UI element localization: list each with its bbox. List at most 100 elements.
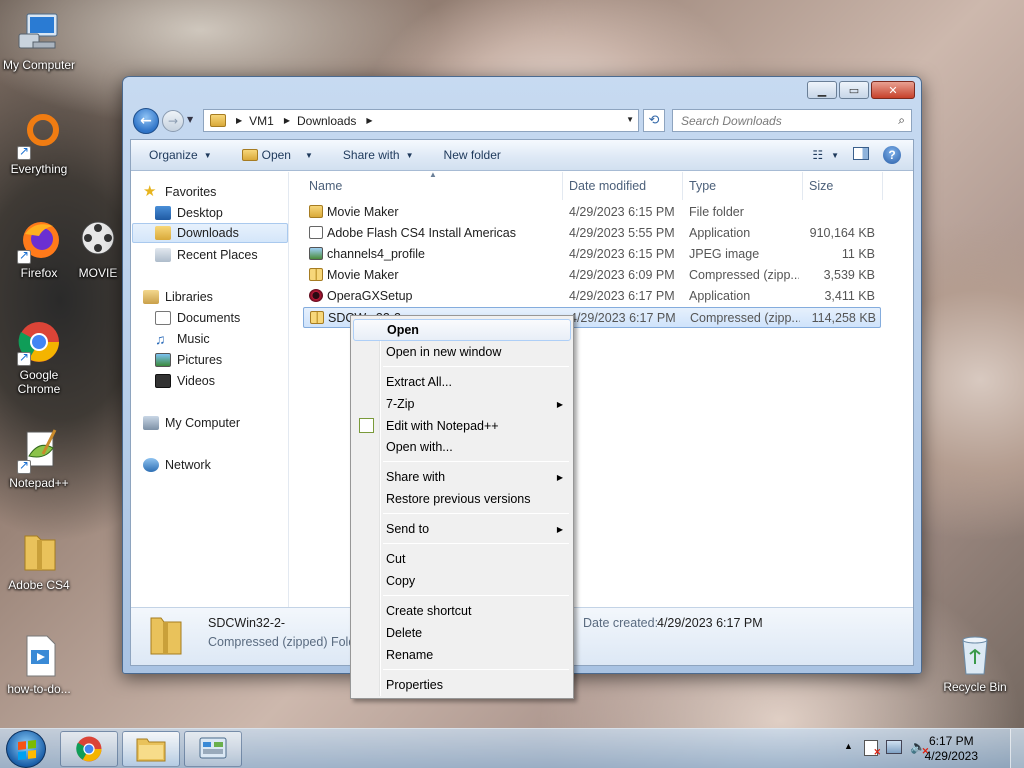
desktop-icon-label: MOVIE (78, 266, 118, 280)
close-button[interactable]: ✕ (871, 81, 915, 99)
address-bar[interactable]: ▶ VM1 ▶ Downloads ▶ ▼ (203, 109, 639, 132)
address-dropdown-icon[interactable]: ▼ (626, 115, 634, 124)
taskbar-control-panel-button[interactable] (184, 731, 242, 767)
nav-videos[interactable]: Videos (155, 371, 215, 391)
menu-item-share-with[interactable]: Share with ▶ (353, 466, 571, 488)
nav-label: My Computer (165, 416, 241, 430)
film-reel-icon (74, 216, 122, 264)
menu-item-copy[interactable]: Copy (353, 570, 571, 592)
breadcrumb-chevron-icon[interactable]: ▶ (236, 116, 242, 125)
menu-separator (383, 461, 569, 462)
column-label: Type (689, 179, 717, 193)
taskbar-explorer-button[interactable] (122, 731, 180, 767)
navigation-bar: ← → ▼ ▶ VM1 ▶ Downloads ▶ ▼ ⟲ Search Dow… (131, 107, 913, 135)
details-view-icon: ☷ (812, 148, 824, 162)
desktop-icon-google-chrome[interactable]: Google Chrome (0, 318, 78, 396)
zipped-folder-large-icon (149, 614, 183, 656)
menu-item-restore-previous-versions[interactable]: Restore previous versions (353, 488, 571, 510)
everything-search-icon (15, 112, 63, 160)
desktop-icon-adobe-cs4[interactable]: Adobe CS4 (0, 528, 78, 592)
open-button[interactable]: Open ▼ (241, 148, 313, 162)
notepad-plus-plus-icon (359, 418, 374, 433)
nav-recent-places[interactable]: Recent Places (155, 245, 258, 265)
nav-documents[interactable]: Documents (155, 308, 240, 328)
file-row[interactable]: channels4_profile 4/29/2023 6:15 PM JPEG… (303, 244, 881, 265)
menu-item-open-in-new-window[interactable]: Open in new window (353, 341, 571, 363)
nav-music[interactable]: ♫ Music (155, 329, 210, 349)
menu-item-7-zip[interactable]: 7-Zip ▶ (353, 393, 571, 415)
breadcrumb-vm1[interactable]: VM1 (249, 114, 274, 128)
column-header-date-modified[interactable]: Date modified (563, 172, 683, 200)
change-view-button[interactable]: ☷ ▼ (812, 148, 839, 162)
minimize-button[interactable]: ▁ (807, 81, 837, 99)
nav-network[interactable]: Network (143, 455, 211, 475)
breadcrumb-downloads[interactable]: Downloads (297, 114, 356, 128)
file-row[interactable]: OperaGXSetup 4/29/2023 6:17 PM Applicati… (303, 286, 881, 307)
refresh-button[interactable]: ⟲ (643, 109, 665, 132)
recycle-bin-icon (951, 630, 999, 678)
menu-item-cut[interactable]: Cut (353, 548, 571, 570)
share-with-button[interactable]: Share with ▼ (343, 148, 414, 162)
desktop-icon-movie[interactable]: MOVIE (68, 216, 128, 280)
menu-separator (383, 513, 569, 514)
show-desktop-button[interactable] (1010, 729, 1024, 768)
nav-pictures[interactable]: Pictures (155, 350, 222, 370)
nav-label: Pictures (177, 353, 223, 367)
menu-item-delete[interactable]: Delete (353, 622, 571, 644)
preview-pane-button[interactable] (853, 147, 869, 163)
new-folder-button[interactable]: New folder (444, 148, 501, 162)
action-center-icon[interactable]: ✕ (864, 740, 881, 757)
show-hidden-icons-button[interactable]: ▲ (844, 741, 853, 751)
breadcrumb-chevron-icon[interactable]: ▶ (284, 116, 290, 125)
back-button[interactable]: ← (133, 108, 159, 134)
nav-desktop[interactable]: Desktop (155, 203, 223, 223)
menu-item-edit-with-notepad[interactable]: Edit with Notepad++ (353, 415, 571, 437)
menu-item-create-shortcut[interactable]: Create shortcut (353, 600, 571, 622)
desktop-icon-firefox[interactable]: Firefox (0, 216, 78, 280)
recent-pages-dropdown[interactable]: ▼ (187, 115, 197, 125)
menu-item-properties[interactable]: Properties (353, 674, 571, 696)
title-bar[interactable]: ▁ ▭ ✕ (123, 77, 921, 107)
forward-button[interactable]: → (162, 110, 184, 132)
menu-item-rename[interactable]: Rename (353, 644, 571, 666)
breadcrumb-chevron-icon[interactable]: ▶ (366, 116, 372, 125)
desktop-icon-everything[interactable]: Everything (0, 112, 78, 176)
nav-libraries[interactable]: Libraries (143, 287, 213, 307)
file-size: 11 KB (841, 247, 875, 261)
menu-item-open-with[interactable]: Open with... (353, 436, 571, 458)
column-header-size[interactable]: Size (803, 172, 883, 200)
column-header-name[interactable]: Name (291, 172, 563, 200)
file-row[interactable]: Movie Maker 4/29/2023 6:09 PM Compressed… (303, 265, 881, 286)
file-type: Compressed (zipp... (690, 311, 800, 325)
file-size: 3,411 KB (824, 289, 875, 303)
nav-downloads[interactable]: Downloads (132, 223, 288, 243)
network-icon (143, 458, 159, 472)
open-label: Open (261, 148, 291, 162)
taskbar-clock[interactable]: 6:17 PM 4/29/2023 (925, 734, 978, 764)
file-size: 3,539 KB (823, 268, 875, 282)
menu-item-open[interactable]: Open (353, 319, 571, 341)
menu-item-extract-all[interactable]: Extract All... (353, 371, 571, 393)
nav-my-computer[interactable]: My Computer (143, 413, 240, 433)
clock-date: 4/29/2023 (924, 749, 978, 763)
taskbar-chrome-button[interactable] (60, 731, 118, 767)
organize-label: Organize (149, 148, 198, 162)
file-row[interactable]: Adobe Flash CS4 Install Americas 4/29/20… (303, 223, 881, 244)
navigation-pane: ★ Favorites Desktop Downloads Recent Pla… (131, 172, 289, 607)
menu-item-label: Copy (386, 574, 416, 588)
start-button[interactable] (6, 730, 46, 768)
organize-button[interactable]: Organize ▼ (149, 148, 212, 162)
column-header-type[interactable]: Type (683, 172, 803, 200)
file-row[interactable]: Movie Maker 4/29/2023 6:15 PM File folde… (303, 202, 881, 223)
nav-favorites[interactable]: ★ Favorites (143, 182, 216, 202)
zipped-folder-icon (310, 311, 324, 324)
desktop-icon-how-to-do[interactable]: how-to-do... (0, 632, 78, 696)
network-status-icon[interactable] (886, 740, 902, 754)
desktop-icon-recycle-bin[interactable]: Recycle Bin (936, 630, 1014, 694)
desktop-icon-my-computer[interactable]: My Computer (0, 8, 78, 72)
menu-item-send-to[interactable]: Send to ▶ (353, 518, 571, 540)
maximize-button[interactable]: ▭ (839, 81, 869, 99)
help-button[interactable]: ? (883, 146, 901, 164)
search-input[interactable]: Search Downloads ⌕ (672, 109, 912, 132)
desktop-icon-notepad-plus-plus[interactable]: Notepad++ (0, 426, 78, 490)
